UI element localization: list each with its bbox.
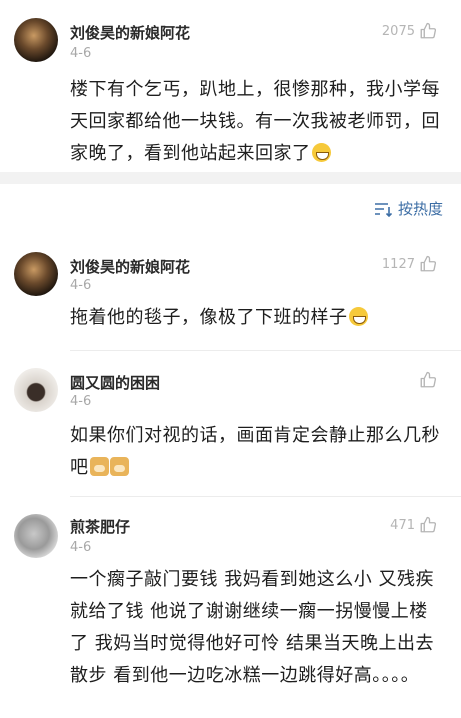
comment-text-content: 拖着他的毯子，像极了下班的样子 (70, 307, 348, 328)
username[interactable]: 刘俊昊的新娘阿花 (70, 22, 190, 43)
like-count: 1127 (381, 256, 415, 272)
avatar[interactable] (14, 368, 58, 412)
avatar[interactable] (14, 252, 58, 296)
sort-label: 按热度 (397, 200, 443, 218)
comment-text-content: 楼下有个乞丐，趴地上，很惨那种，我小学每天回家都给他一块钱。有一次我被老师罚，回… (70, 79, 440, 164)
username[interactable]: 圆又圆的困困 (70, 372, 160, 393)
comment-date: 4-6 (70, 278, 92, 293)
thumbs-up-icon (420, 516, 437, 533)
like-button[interactable]: 471 (390, 516, 437, 534)
like-button[interactable]: 1127 (382, 255, 437, 273)
grin-emoji-icon (348, 307, 368, 326)
sort-by-hot-button[interactable]: 按热度 (374, 198, 443, 219)
username[interactable]: 刘俊昊的新娘阿花 (70, 256, 190, 277)
doge-emoji-icon (89, 457, 109, 476)
row-divider (70, 350, 461, 351)
sort-icon (374, 202, 392, 217)
grin-emoji-icon (311, 143, 331, 162)
comment-date: 4-6 (70, 46, 92, 61)
like-button[interactable]: 2075 (382, 22, 437, 40)
thumbs-up-icon (420, 371, 437, 388)
doge-emoji-icon (109, 457, 129, 476)
avatar[interactable] (14, 514, 58, 558)
comment-text: 楼下有个乞丐，趴地上，很惨那种，我小学每天回家都给他一块钱。有一次我被老师罚，回… (70, 74, 442, 170)
like-button[interactable] (415, 371, 437, 389)
comment-text: 拖着他的毯子，像极了下班的样子 (70, 302, 442, 334)
username[interactable]: 煎茶肥仔 (70, 516, 130, 537)
row-divider (70, 496, 461, 497)
thumbs-up-icon (420, 22, 437, 39)
comment-text: 一个瘸子敲门要钱 我妈看到她这么小 又残疾 就给了钱 他说了谢谢继续一瘸一拐慢慢… (70, 569, 434, 686)
comment-date: 4-6 (70, 540, 92, 555)
like-count: 471 (390, 517, 415, 533)
section-divider (0, 172, 461, 184)
comment-date: 4-6 (70, 394, 92, 409)
comment-text: 如果你们对视的话，画面肯定会静止那么几秒吧 (70, 420, 442, 484)
like-count: 2075 (381, 23, 415, 39)
thumbs-up-icon (420, 255, 437, 272)
avatar[interactable] (14, 18, 58, 62)
